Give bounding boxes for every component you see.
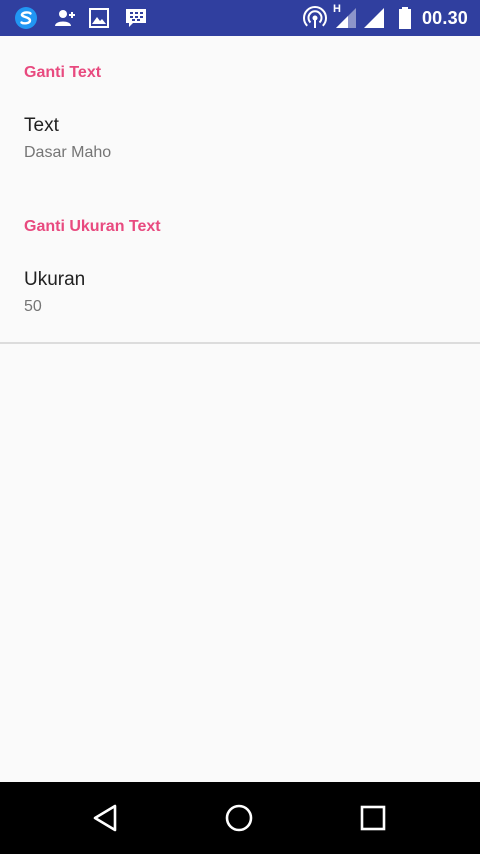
pref-text-title: Text (24, 115, 59, 136)
image-icon (89, 8, 109, 28)
navigation-bar (0, 782, 480, 854)
status-bar: H 00.30 (0, 0, 480, 36)
signal-icon (364, 8, 384, 28)
status-time: 00.30 (421, 8, 468, 28)
list-divider (0, 342, 480, 344)
category-ganti-ukuran-text: Ganti Ukuran Text (24, 218, 161, 235)
hotspot-icon (303, 6, 327, 28)
pref-ukuran[interactable]: Ukuran 50 (0, 256, 480, 328)
bbm-icon (126, 9, 146, 27)
category-ganti-text: Ganti Text (24, 64, 102, 81)
pref-text[interactable]: Text Dasar Maho (0, 102, 480, 174)
pref-ukuran-summary: 50 (24, 298, 42, 315)
home-icon[interactable] (223, 802, 255, 834)
pref-ukuran-title: Ukuran (24, 269, 86, 290)
recents-icon[interactable] (357, 802, 389, 834)
add-contact-icon (55, 10, 75, 26)
preferences-screen: Ganti Text Text Dasar Maho Ganti Ukuran … (0, 36, 480, 782)
pref-text-summary: Dasar Maho (24, 144, 112, 161)
battery-icon (399, 7, 411, 29)
signal-icon (336, 8, 356, 28)
s-app-icon (15, 7, 37, 29)
back-icon[interactable] (90, 802, 122, 834)
